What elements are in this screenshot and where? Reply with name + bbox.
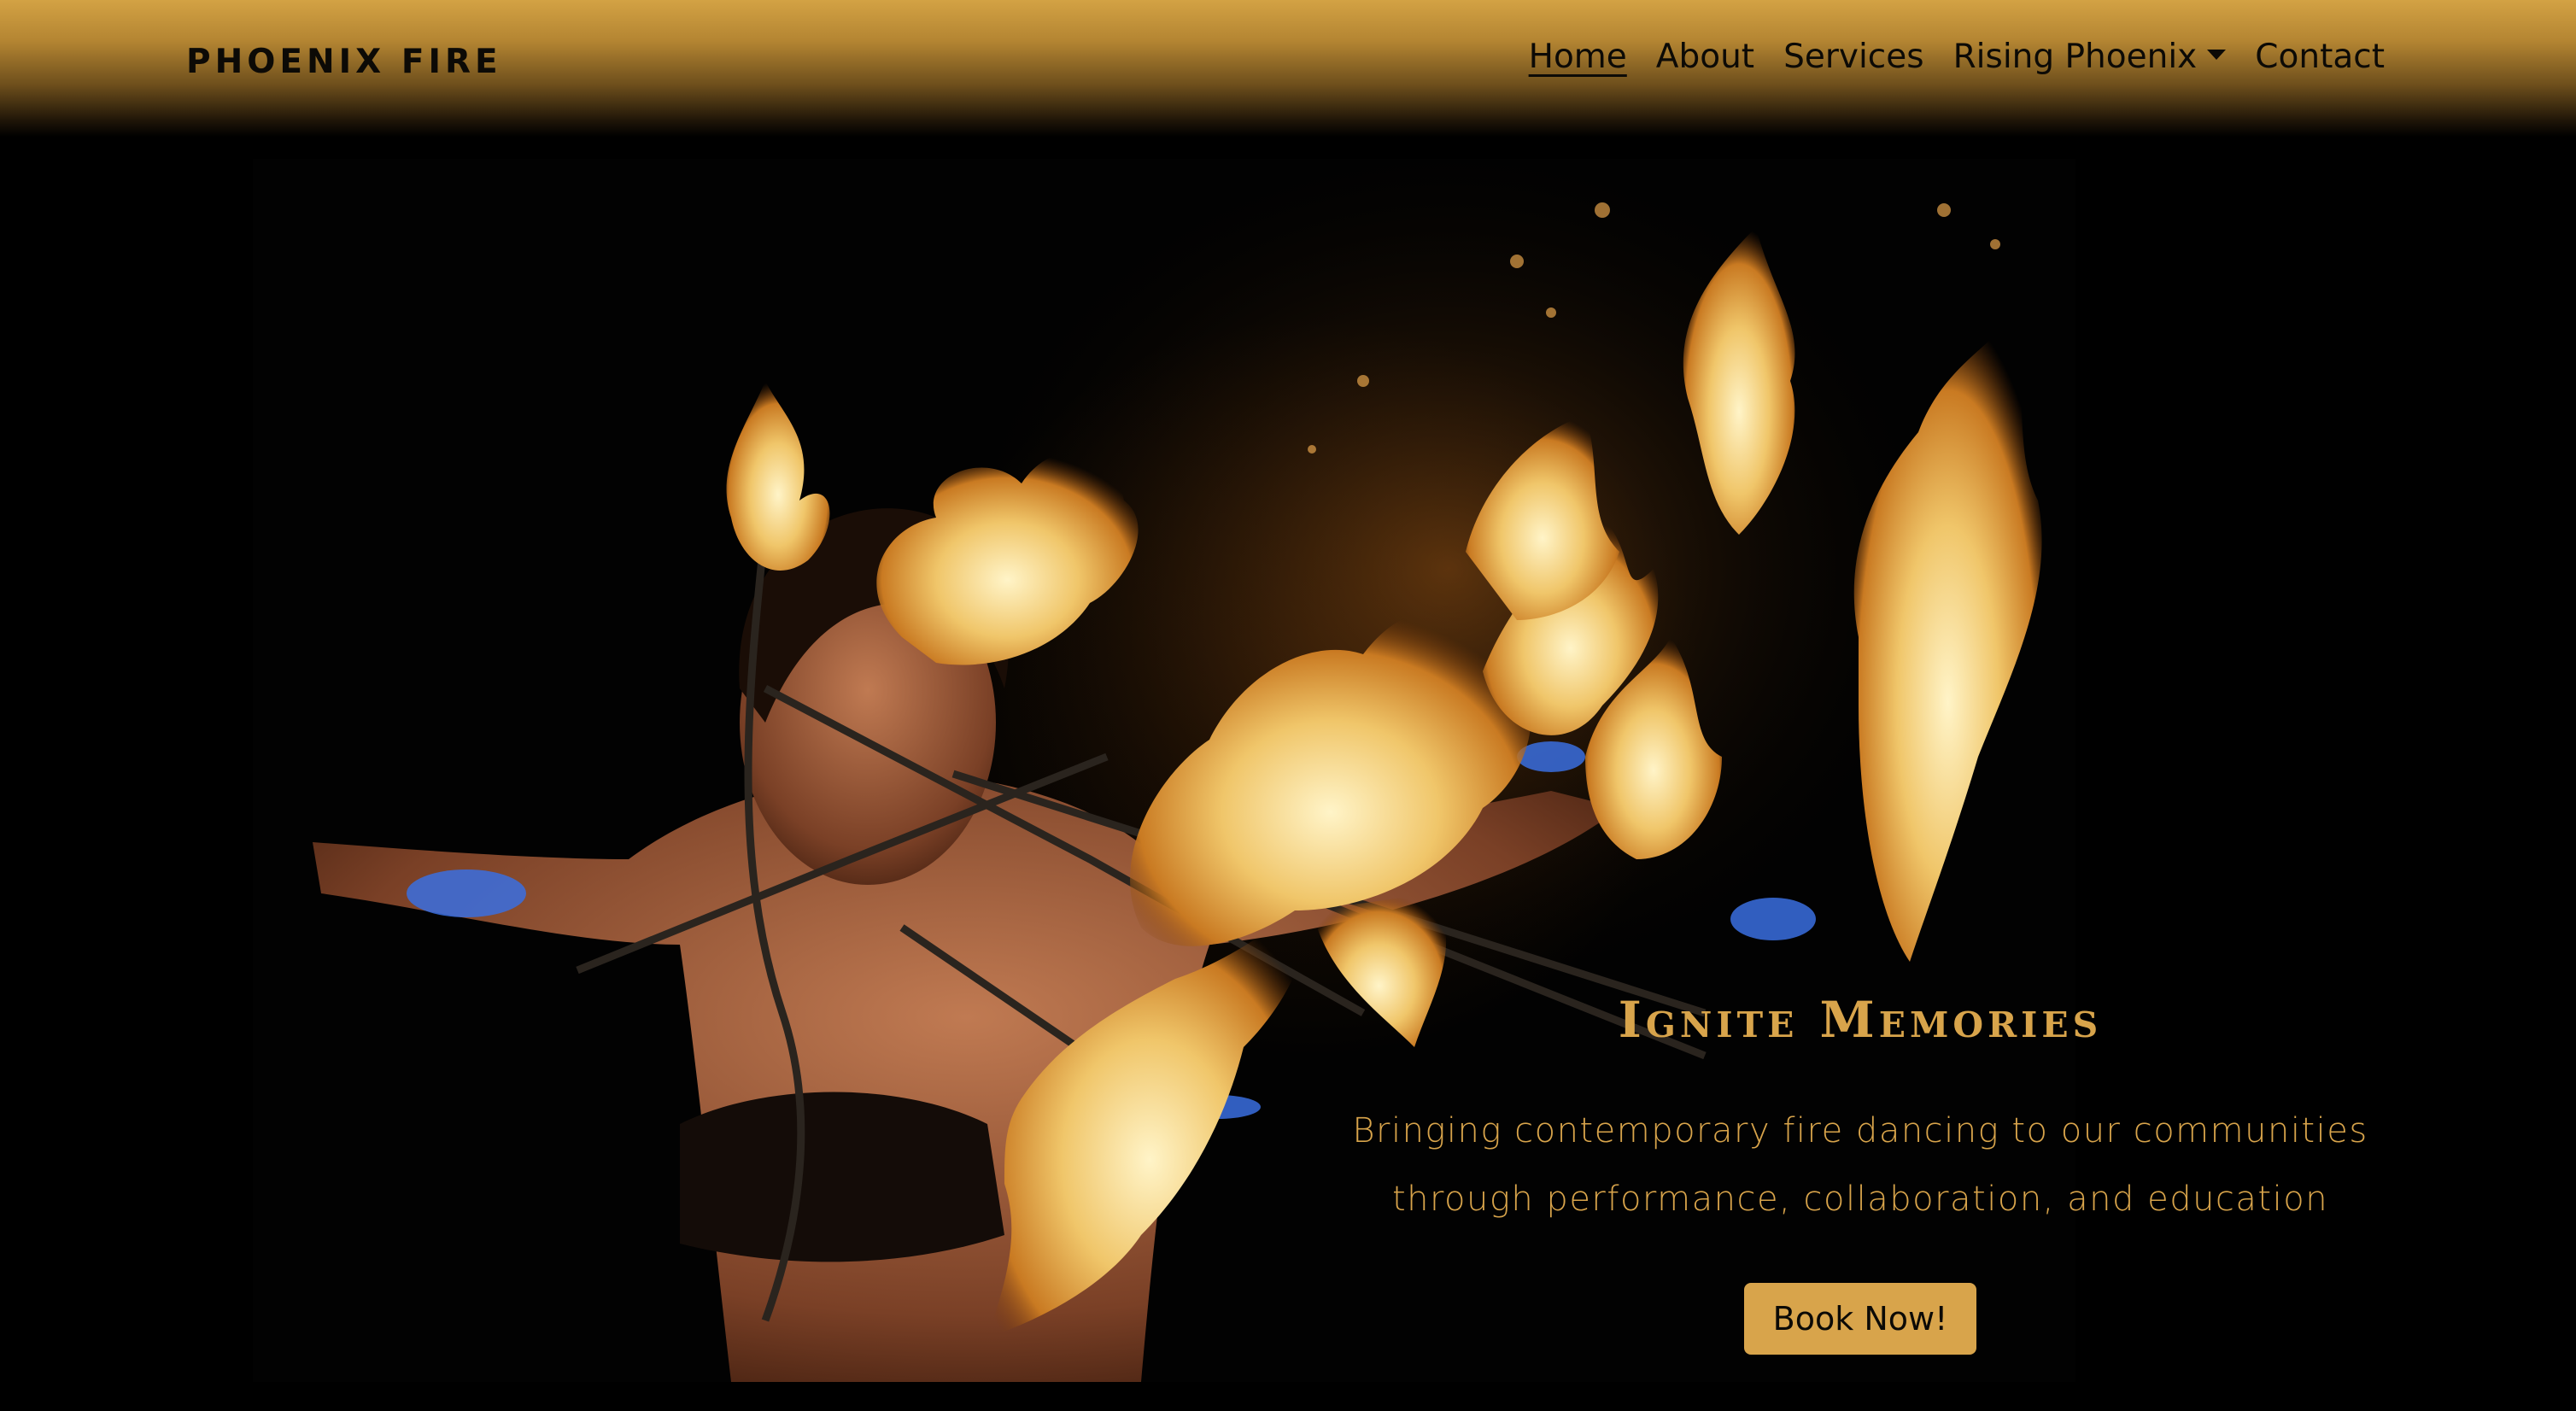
brand-logo[interactable]: PHOENIX FIRE: [186, 43, 502, 81]
hero-subtitle-line-2: through performance, collaboration, and …: [1391, 1180, 2329, 1219]
hero-caption: Ignite Memories Bringing contemporary fi…: [1332, 991, 2388, 1355]
hero-title: Ignite Memories: [1618, 991, 2103, 1049]
nav-link-contact[interactable]: Contact: [2255, 38, 2385, 76]
nav-link-rising-phoenix-label: Rising Phoenix: [1952, 38, 2198, 76]
nav-link-services[interactable]: Services: [1783, 38, 1923, 76]
nav-dropdown-rising-phoenix[interactable]: Rising Phoenix: [1953, 38, 2227, 76]
book-now-button[interactable]: Book Now!: [1743, 1283, 1977, 1355]
main-nav: Home About Services Rising Phoenix Conta…: [1529, 38, 2385, 76]
caret-down-icon: [2207, 49, 2227, 60]
hero-subtitle: Bringing contemporary fire dancing to ou…: [1332, 1097, 2388, 1233]
hero-subtitle-line-1: Bringing contemporary fire dancing to ou…: [1352, 1111, 2368, 1150]
nav-link-about[interactable]: About: [1656, 38, 1754, 76]
navbar: PHOENIX FIRE Home About Services Rising …: [0, 0, 2576, 137]
page: PHOENIX FIRE Home About Services Rising …: [0, 0, 2576, 1411]
nav-link-home[interactable]: Home: [1529, 38, 1627, 76]
